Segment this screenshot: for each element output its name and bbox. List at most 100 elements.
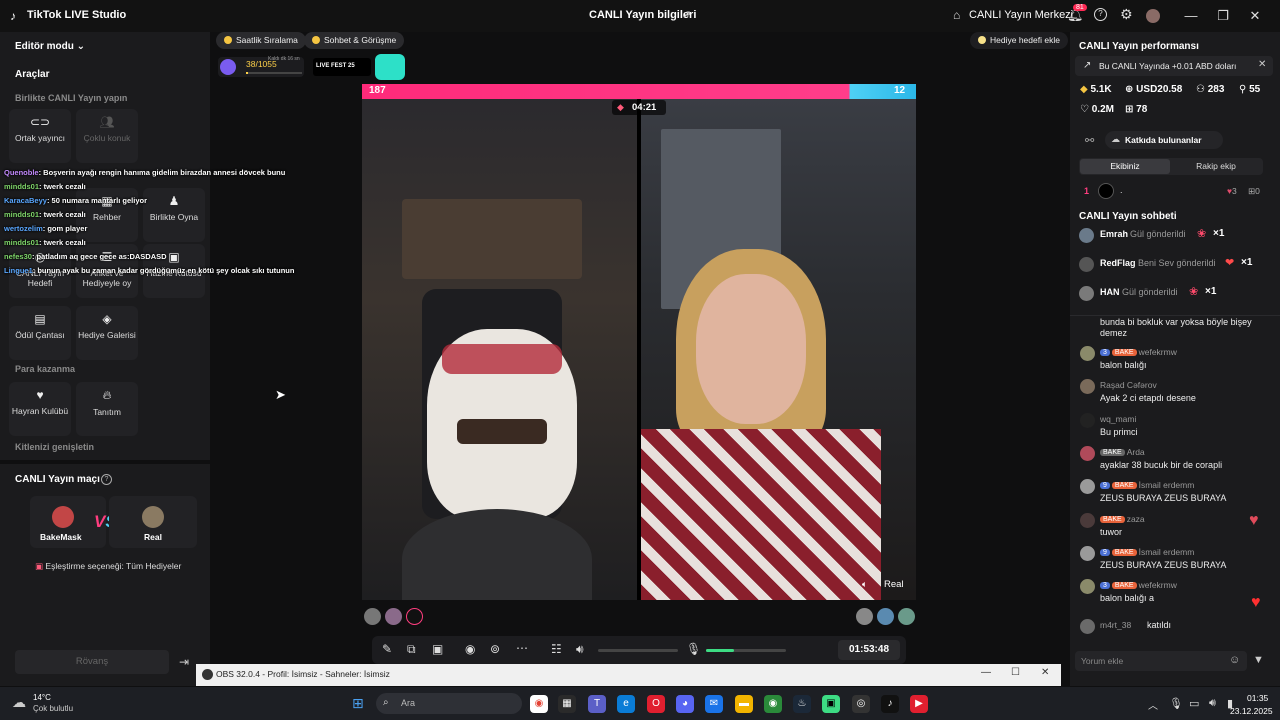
mail-icon[interactable]: ✉ xyxy=(705,695,723,713)
volume-slider[interactable] xyxy=(598,649,678,652)
match-option[interactable]: ▣ Eşleştirme seçeneği: Tüm Hediyeler xyxy=(35,561,181,572)
chat-meet-pill[interactable]: Sohbet & Görüşme xyxy=(304,32,405,49)
battle-timer: 04:21 xyxy=(632,102,657,113)
layout-icon[interactable]: ⧉ xyxy=(407,642,416,657)
camera-icon[interactable]: ⊚ xyxy=(490,642,500,656)
avatar[interactable] xyxy=(1098,183,1114,199)
speaker-icon[interactable]: 🔊︎ xyxy=(576,642,584,657)
obs-taskbar-icon[interactable]: ◎ xyxy=(852,695,870,713)
comment-input[interactable]: Yorum ekle ☺ xyxy=(1075,651,1247,671)
speaker-icon[interactable]: 🔈︎ xyxy=(862,579,867,590)
close-icon[interactable]: ✕ xyxy=(1245,6,1265,26)
screen-icon[interactable]: ▣ xyxy=(432,642,443,656)
progress-track xyxy=(246,72,302,74)
hourly-ranking-pill[interactable]: Saatlik Sıralama xyxy=(216,32,306,49)
mic-slider[interactable] xyxy=(706,649,786,652)
tab-rival[interactable]: Rakip ekip xyxy=(1171,159,1261,174)
filter-icon[interactable]: ▼ xyxy=(1253,654,1264,666)
gift-sender: RedFlag xyxy=(1100,258,1136,268)
level-badge: 3 xyxy=(1100,582,1110,589)
home-icon[interactable]: ⌂ xyxy=(953,8,960,22)
minimize-icon[interactable]: — xyxy=(1181,6,1201,26)
windows-start-icon[interactable]: ⊞ xyxy=(352,695,364,712)
monitor-icon[interactable]: ▭ xyxy=(1189,697,1199,710)
avatar[interactable] xyxy=(856,608,873,625)
player2-card[interactable]: Real xyxy=(109,496,197,548)
avatar[interactable] xyxy=(898,608,915,625)
avatar[interactable] xyxy=(1079,228,1094,243)
tiktok-taskbar-icon[interactable]: ♪ xyxy=(881,695,899,713)
minimize-icon[interactable]: — xyxy=(981,667,991,678)
maximize-icon[interactable]: ❐ xyxy=(1213,6,1233,26)
battle-video[interactable]: 187 12 🔈︎ Real ◆ 04:21 xyxy=(362,84,916,600)
pill-label: Hediye hedefi ekle xyxy=(990,35,1060,45)
microphone-icon[interactable]: 🎙︎ xyxy=(686,642,701,656)
teams-icon[interactable]: T xyxy=(588,695,606,713)
contributors-button[interactable]: ☁ Katkıda bulunanlar xyxy=(1105,131,1223,149)
edge-icon[interactable]: e xyxy=(617,695,635,713)
avatar[interactable] xyxy=(1146,9,1160,23)
progress-widget[interactable]: 38/1055 Kaldı dk 16 sn xyxy=(218,56,304,77)
stat-usd: ⊕ USD20.58 xyxy=(1125,84,1183,95)
gear-icon[interactable]: ⚙ xyxy=(1120,6,1133,23)
level-badge: 3 xyxy=(1100,349,1110,356)
rematch-button[interactable]: Rövanş xyxy=(15,650,169,674)
tool-co-host[interactable]: ⊂⊃ Ortak yayıncı xyxy=(9,109,71,163)
app-green-icon[interactable]: ▣ xyxy=(822,695,840,713)
chevron-up-icon[interactable]: ︿ xyxy=(1148,697,1158,712)
tool-promote[interactable]: 🔥︎ Tanıtım xyxy=(76,382,138,436)
record-icon[interactable]: ◉ xyxy=(465,642,475,656)
magic-wand-icon[interactable]: ✎ xyxy=(382,642,392,656)
emoji-icon[interactable]: ☺ xyxy=(1229,654,1240,666)
weather-icon[interactable]: ☁ xyxy=(12,694,26,711)
avatar xyxy=(1080,619,1095,634)
performance-banner[interactable]: ↗ Bu CANLI Yayında +0.01 ABD doları ✕ xyxy=(1075,56,1273,76)
clock-time[interactable]: 01:35 xyxy=(1247,693,1268,703)
editor-mode-dropdown[interactable]: Editör modu ⌄ xyxy=(15,41,85,52)
tool-label: Hediye Galerisi xyxy=(78,330,136,340)
avatar[interactable] xyxy=(406,608,423,625)
taskbar-search[interactable]: ⌕ Ara xyxy=(376,693,522,714)
help-icon[interactable]: ? xyxy=(1094,8,1107,21)
tool-multi-guest[interactable]: 👥︎ Çoklu konuk xyxy=(76,109,138,163)
chrome-icon[interactable]: ◉ xyxy=(530,695,548,713)
live-info-title[interactable]: CANLI Yayın bilgileri xyxy=(589,9,696,21)
close-icon[interactable]: ✕ xyxy=(1258,59,1266,70)
steam-icon[interactable]: ♨ xyxy=(793,695,811,713)
tab-team[interactable]: Ekibiniz xyxy=(1080,159,1170,174)
avatar[interactable] xyxy=(364,608,381,625)
event-banner[interactable]: LIVE FEST 25 xyxy=(313,58,371,76)
opera-icon[interactable]: O xyxy=(647,695,665,713)
tool-reward-bag[interactable]: ▤ Ödül Çantası xyxy=(9,306,71,360)
discord-icon[interactable]: ◕ xyxy=(676,695,694,713)
folder-icon[interactable]: ▬ xyxy=(735,695,753,713)
tool-fan-club[interactable]: ♥ Hayran Kulübü xyxy=(9,382,71,436)
microphone-icon[interactable]: 🎙︎ xyxy=(1169,697,1183,710)
live-center-link[interactable]: CANLI Yayın Merkezi xyxy=(969,9,1073,21)
tool-gift-gallery[interactable]: ◈ Hediye Galerisi xyxy=(76,306,138,360)
avatar[interactable] xyxy=(385,608,402,625)
youtube-icon[interactable]: ▶ xyxy=(910,695,928,713)
sliders-icon[interactable]: ☷ xyxy=(551,642,562,656)
exit-icon[interactable]: ⇥ xyxy=(179,655,189,669)
avatar[interactable] xyxy=(877,608,894,625)
share-icon[interactable]: ↗ xyxy=(682,8,691,21)
avatar[interactable] xyxy=(1079,257,1094,272)
store-icon[interactable]: ▦ xyxy=(558,695,576,713)
tool-play-together[interactable]: ♟ Birlikte Oyna xyxy=(143,188,205,242)
maximize-icon[interactable]: ☐ xyxy=(1011,667,1020,678)
clock-date[interactable]: 23.12.2025 xyxy=(1230,706,1273,716)
avatar[interactable] xyxy=(1079,286,1094,301)
gift-action: Gül gönderildi xyxy=(1130,229,1186,239)
gift-goal-pill[interactable]: Hediye hedefi ekle xyxy=(970,32,1068,49)
search-placeholder: Ara xyxy=(401,698,416,708)
obs-window-bar[interactable]: OBS 32.0.4 - Profil: İsimsiz - Sahneler:… xyxy=(196,664,1061,686)
rank-gifts: ⊞0 xyxy=(1248,186,1260,196)
help-icon[interactable]: ? xyxy=(101,474,112,485)
face xyxy=(696,274,806,424)
chrome-alt-icon[interactable]: ◉ xyxy=(764,695,782,713)
close-icon[interactable]: ✕ xyxy=(1041,667,1049,678)
banner-text: Bu CANLI Yayında +0.01 ABD doları xyxy=(1099,61,1237,71)
volume-icon[interactable]: 🔊︎ xyxy=(1209,697,1216,710)
more-icon[interactable]: ⋯ xyxy=(516,641,528,655)
